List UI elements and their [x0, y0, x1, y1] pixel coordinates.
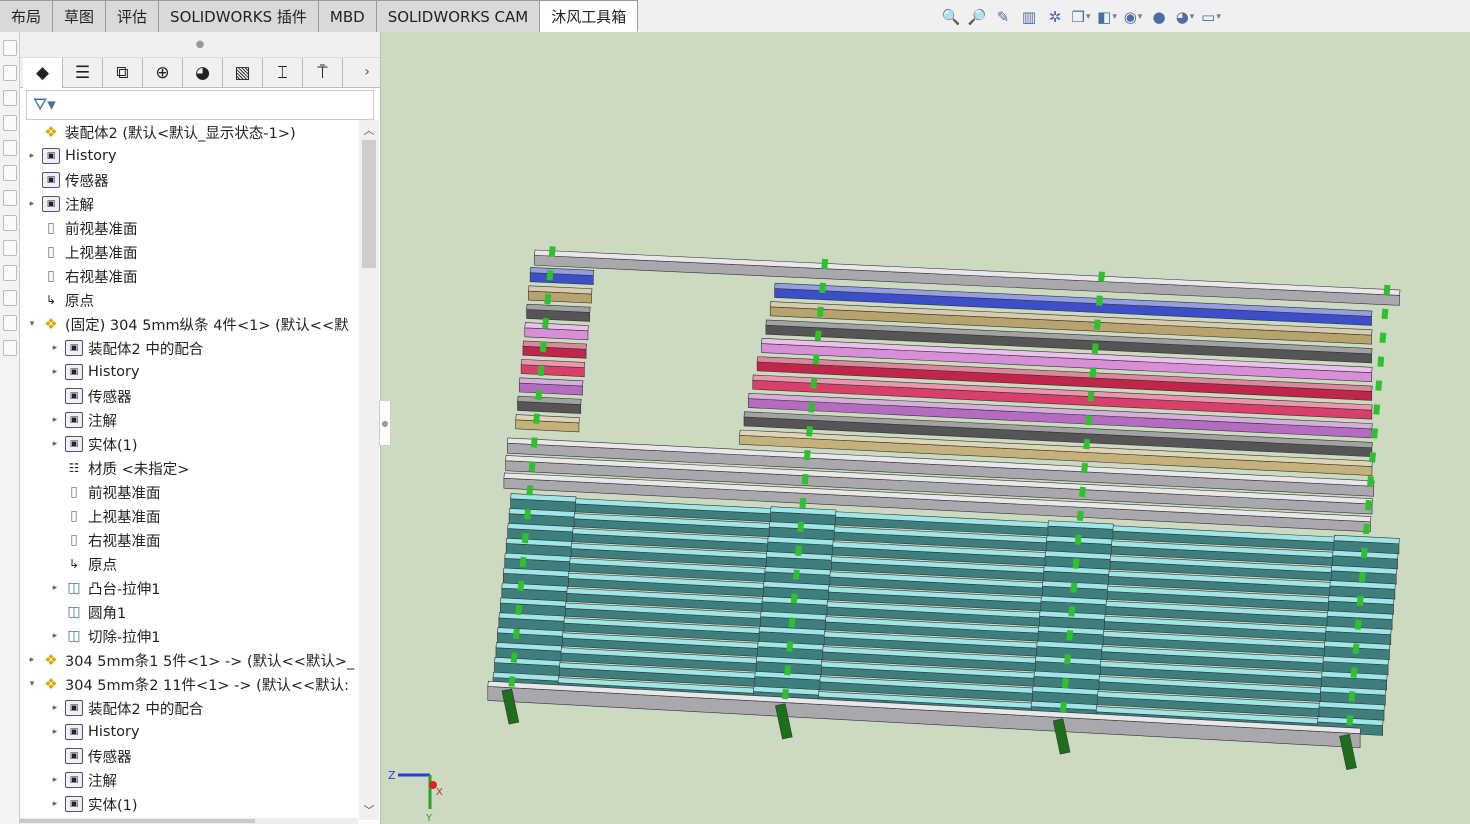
previous-view-icon[interactable]: ✎ — [992, 6, 1014, 28]
view-settings-icon[interactable]: ▭ — [1200, 6, 1222, 28]
assembly-model[interactable] — [0, 0, 1470, 824]
view-orientation-icon[interactable]: ❒ — [1070, 6, 1092, 28]
panel-collapse-handle[interactable]: ● — [379, 400, 391, 446]
section-view-icon[interactable]: ▥ — [1018, 6, 1040, 28]
zoom-to-fit-icon[interactable]: 🔍 — [940, 6, 962, 28]
z-label: Z — [388, 769, 396, 782]
zoom-area-icon[interactable]: 🔎 — [966, 6, 988, 28]
y-label: Y — [425, 813, 433, 823]
display-style-icon[interactable]: ◧ — [1096, 6, 1118, 28]
hide-show-icon[interactable]: ◉ — [1122, 6, 1144, 28]
reference-triad: Z Y X — [388, 769, 443, 823]
apply-scene-icon[interactable]: ◕ — [1174, 6, 1196, 28]
x-label: X — [436, 787, 443, 798]
heads-up-view-toolbar: 🔍🔎✎▥✲❒◧◉●◕▭ — [940, 6, 1222, 28]
dynamic-annotation-icon[interactable]: ✲ — [1044, 6, 1066, 28]
back-crossbar[interactable] — [534, 249, 1401, 296]
edit-appearance-icon[interactable]: ● — [1148, 6, 1170, 28]
